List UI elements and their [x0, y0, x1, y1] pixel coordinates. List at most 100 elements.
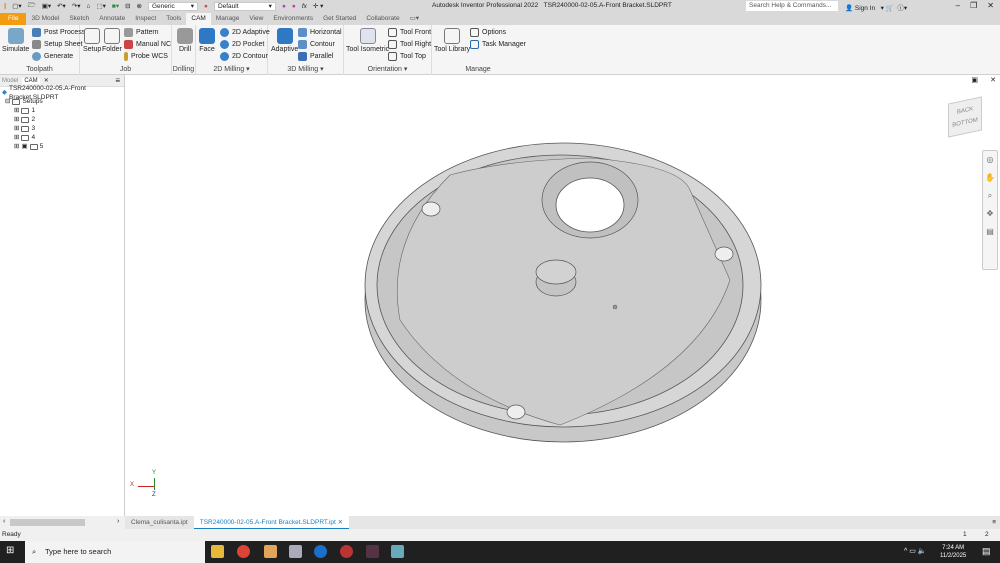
graphics-viewport[interactable]: ▣ ✕ BACK BOTTOM Y X Z	[125, 75, 1000, 516]
page-1[interactable]: 1	[963, 529, 967, 541]
sign-in-button[interactable]: 👤 Sign In ▾ 🛒 ⓘ▾	[845, 2, 907, 12]
file-explorer-icon[interactable]	[211, 545, 224, 558]
inventor-logo-icon[interactable]: I	[4, 2, 6, 11]
color-icon[interactable]: ●	[204, 3, 208, 10]
face-button[interactable]: Face	[199, 28, 215, 53]
expand-icon[interactable]: ⊞	[14, 124, 19, 133]
doc-tab-front-bracket[interactable]: TSR240000-02-05.A-Front Bracket.SLDPRT.i…	[193, 516, 350, 529]
expand-icon[interactable]: ⊞	[14, 133, 19, 142]
2d-contour-button[interactable]: 2D Contour	[220, 52, 268, 61]
new-icon[interactable]: ▢▾	[12, 2, 21, 10]
setup-button[interactable]: Setup	[83, 28, 101, 53]
task-manager-button[interactable]: Task Manager	[470, 40, 526, 49]
simulate-button[interactable]: Simulate	[2, 28, 29, 53]
tree-setup-4[interactable]: ⊞ 4	[2, 133, 122, 142]
notification-icon[interactable]: ▤	[982, 546, 991, 557]
3d-milling-group-label[interactable]: 3D Milling ▾	[268, 65, 343, 73]
home-icon[interactable]: ⌂	[87, 3, 91, 10]
adaptive-button[interactable]: Adaptive	[271, 28, 298, 53]
expand-icon[interactable]: ⊞	[14, 106, 19, 115]
scroll-left-icon[interactable]: ‹	[3, 518, 5, 525]
browser-scrollbar[interactable]: ‹ ›	[0, 516, 125, 529]
viewport-close-icon[interactable]: ✕	[990, 76, 996, 84]
plus-icon[interactable]: ✛ ▾	[313, 2, 324, 10]
tool-right-button[interactable]: Tool Right	[388, 40, 431, 49]
update-icon[interactable]: ■▾	[112, 2, 119, 10]
restore-icon[interactable]: ❐	[970, 1, 977, 10]
post-process-button[interactable]: Post Process	[32, 28, 85, 37]
open-icon[interactable]: 🗁	[28, 1, 36, 12]
2d-adaptive-button[interactable]: 2D Adaptive	[220, 28, 270, 37]
tree-root[interactable]: ◆ TSR240000-02-05.A-Front Bracket.SLDPRT	[2, 85, 122, 101]
parallel-button[interactable]: Parallel	[298, 52, 333, 61]
steering-wheel-icon[interactable]: ◎	[983, 151, 997, 169]
material-select[interactable]: Generic ▾	[148, 1, 198, 11]
zoom-icon[interactable]: ⌕	[983, 187, 997, 205]
redo-icon[interactable]: ↷▾	[72, 2, 81, 10]
setup-sheet-button[interactable]: Setup Sheet	[32, 40, 83, 49]
tree-setup-1[interactable]: ⊞ 1	[2, 106, 122, 115]
appearance-icon[interactable]: ●	[282, 3, 286, 10]
pan-icon[interactable]: ✋	[983, 169, 997, 187]
tab-get-started[interactable]: Get Started	[318, 13, 361, 25]
tree-setup-3[interactable]: ⊞ 3	[2, 124, 122, 133]
tray-icons[interactable]: ^ ▭ 🔈	[904, 547, 927, 555]
undo-icon[interactable]: ↶▾	[57, 2, 66, 10]
contour-button[interactable]: Contour	[298, 40, 335, 49]
measure-icon[interactable]: ⊟	[125, 2, 130, 10]
tab-environments[interactable]: Environments	[268, 13, 318, 25]
drill-button[interactable]: Drill	[177, 28, 193, 53]
expand-icon[interactable]: ⊞	[14, 142, 19, 151]
blue-app-icon[interactable]	[391, 545, 404, 558]
tab-annotate[interactable]: Annotate	[94, 13, 130, 25]
tab-manage[interactable]: Manage	[211, 13, 245, 25]
generate-button[interactable]: Generate	[32, 52, 73, 61]
tab-file[interactable]: File	[0, 13, 27, 25]
scroll-right-icon[interactable]: ›	[117, 518, 119, 525]
taskbar-search[interactable]: ⌕ Type here to search	[25, 541, 205, 563]
select-icon[interactable]: ⬚▾	[96, 2, 105, 10]
tab-3d-model[interactable]: 3D Model	[26, 13, 64, 25]
tab-inspect[interactable]: Inspect	[130, 13, 161, 25]
tool-library-button[interactable]: Tool Library	[434, 28, 470, 53]
appearance-select[interactable]: Default ▾	[213, 1, 276, 11]
manual-nc-button[interactable]: Manual NC	[124, 40, 171, 49]
clear-icon[interactable]: ⊗	[137, 2, 142, 10]
2d-pocket-button[interactable]: 2D Pocket	[220, 40, 264, 49]
tab-sketch[interactable]: Sketch	[64, 13, 94, 25]
tree-setup-5[interactable]: ⊞ ▣ 5	[2, 142, 122, 151]
pattern-button[interactable]: Pattern	[124, 28, 159, 37]
horizontal-button[interactable]: Horizontal	[298, 28, 342, 37]
tabs-menu-icon[interactable]: ≡	[992, 516, 996, 529]
tool-isometric-button[interactable]: Tool Isometric	[346, 28, 389, 53]
clock[interactable]: 7:24 AM 11/2/2025	[940, 544, 966, 560]
expand-icon[interactable]: ⊞	[14, 115, 19, 124]
save-icon[interactable]: ▣▾	[42, 2, 51, 10]
red-app-icon[interactable]	[340, 545, 353, 558]
orientation-group-label[interactable]: Orientation ▾	[344, 65, 431, 73]
tab-tools[interactable]: Tools	[161, 13, 186, 25]
checkbox-icon[interactable]: ▣	[21, 142, 27, 151]
page-2[interactable]: 2	[985, 529, 989, 541]
viewport-restore-icon[interactable]: ▣	[971, 76, 978, 84]
app-icon[interactable]	[289, 545, 302, 558]
tree-setup-2[interactable]: ⊞ 2	[2, 115, 122, 124]
close-tab-icon[interactable]: ✕	[338, 519, 343, 526]
look-at-icon[interactable]: ▤	[983, 223, 997, 241]
clear-appearance-icon[interactable]: ●	[292, 3, 296, 10]
dark-app-icon[interactable]	[366, 545, 379, 558]
chrome-icon[interactable]	[237, 545, 250, 558]
minimize-icon[interactable]: –	[956, 1, 960, 10]
panel-options-icon[interactable]: ▭▾	[405, 13, 424, 25]
probe-wcs-button[interactable]: Probe WCS	[124, 52, 168, 61]
help-search-input[interactable]: Search Help & Commands...	[746, 1, 838, 11]
doc-tab-clema[interactable]: Clema_culisanta.ipt	[125, 516, 194, 529]
fx-icon[interactable]: fx	[302, 3, 307, 10]
c-app-icon[interactable]	[314, 545, 327, 558]
scroll-thumb[interactable]	[10, 519, 85, 526]
tab-collaborate[interactable]: Collaborate	[361, 13, 404, 25]
tab-cam[interactable]: CAM	[186, 13, 211, 25]
tool-front-button[interactable]: Tool Front	[388, 28, 431, 37]
2d-milling-group-label[interactable]: 2D Milling ▾	[196, 65, 267, 73]
close-icon[interactable]: ✕	[987, 1, 994, 10]
